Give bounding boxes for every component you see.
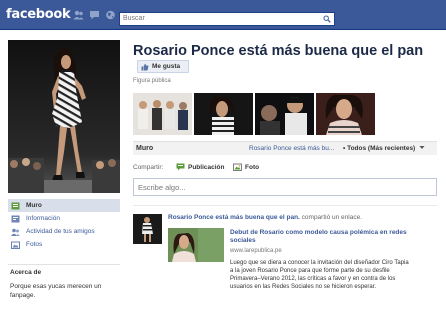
status-icon xyxy=(176,163,185,171)
top-bar: facebook Buscar xyxy=(0,0,446,30)
photo-icon xyxy=(233,163,242,171)
about-text: Porque esas yucas merecen un fanpage. xyxy=(10,283,102,299)
page-title: Rosario Ponce está más buena que el pan xyxy=(133,43,424,59)
divider xyxy=(8,264,120,265)
sidebar-item-fotos[interactable]: Fotos xyxy=(8,238,120,251)
info-icon xyxy=(11,215,20,222)
sidebar-item-informacion[interactable]: Información xyxy=(8,212,120,225)
tab-muro[interactable]: Muro xyxy=(136,145,153,152)
share-photo-label: Foto xyxy=(245,163,260,171)
photo-thumbnail[interactable] xyxy=(194,93,253,135)
chevron-down-icon xyxy=(419,146,425,149)
sidebar-item-actividad[interactable]: Actividad de tus amigos xyxy=(8,225,120,238)
page-category: Figura pública xyxy=(133,78,171,84)
photo-strip xyxy=(133,93,375,135)
notifications-globe-icon[interactable] xyxy=(105,10,116,20)
wall-tabs-bar: Muro Rosario Ponce está más bu... • Todo… xyxy=(133,141,437,155)
filter-all-label: • Todos (Más recientes) xyxy=(343,145,416,152)
share-photo-button[interactable]: Foto xyxy=(233,163,259,171)
left-navigation: Muro Información Actividad de tus amigos… xyxy=(8,199,120,251)
link-thumbnail-image xyxy=(168,228,224,262)
composer-placeholder: Escribe algo... xyxy=(138,183,186,192)
story-action-text: compartió un enlace. xyxy=(299,214,363,221)
wall-icon xyxy=(11,202,20,209)
search-icon xyxy=(323,15,331,23)
share-status-label: Publicación xyxy=(188,163,225,171)
facebook-logo[interactable]: facebook xyxy=(6,7,71,22)
sidebar-item-label: Actividad de tus amigos xyxy=(26,228,95,235)
about-title: Acerca de xyxy=(10,269,42,276)
sidebar-item-muro[interactable]: Muro xyxy=(8,199,120,212)
story-author-link[interactable]: Rosario Ponce está más buena que el pan. xyxy=(168,214,300,221)
notification-jewels xyxy=(73,10,116,20)
post-composer-input[interactable]: Escribe algo... xyxy=(133,178,437,196)
profile-picture[interactable] xyxy=(8,40,120,193)
story-header: Rosario Ponce está más buena que el pan.… xyxy=(168,214,440,222)
like-button[interactable]: Me gusta xyxy=(137,60,189,73)
search-input[interactable]: Buscar xyxy=(123,15,145,22)
link-thumbnail[interactable] xyxy=(168,228,224,262)
sidebar-item-label: Información xyxy=(26,215,60,222)
link-title[interactable]: Debut de Rosario como modelo causa polém… xyxy=(230,229,410,245)
thumbs-up-icon xyxy=(141,63,149,70)
filter-all-posts[interactable]: • Todos (Más recientes) xyxy=(343,145,425,152)
profile-photo-runway-model xyxy=(8,40,120,193)
friend-requests-icon[interactable] xyxy=(73,10,84,20)
photo-thumbnail[interactable] xyxy=(316,93,375,135)
messages-icon[interactable] xyxy=(89,10,100,20)
like-button-label: Me gusta xyxy=(152,63,181,70)
link-description: Luego que se diera a conocer la invitaci… xyxy=(230,260,409,290)
sidebar-item-label: Muro xyxy=(26,202,42,209)
story-author-avatar[interactable] xyxy=(133,214,162,244)
friends-icon xyxy=(11,228,20,236)
link-domain: www.larepublica.pe xyxy=(230,248,282,254)
photos-icon xyxy=(11,241,20,249)
search-button[interactable] xyxy=(320,13,334,25)
sidebar-item-label: Fotos xyxy=(26,241,43,248)
photo-thumbnail[interactable] xyxy=(255,93,314,135)
avatar-image xyxy=(133,214,162,244)
share-status-button[interactable]: Publicación xyxy=(176,163,224,171)
share-label: Compartir: xyxy=(133,164,164,171)
divider xyxy=(133,205,437,206)
filter-page-posts[interactable]: Rosario Ponce está más bu... xyxy=(249,145,334,152)
photo-thumbnail[interactable] xyxy=(133,93,192,135)
search-box[interactable]: Buscar xyxy=(119,12,335,26)
